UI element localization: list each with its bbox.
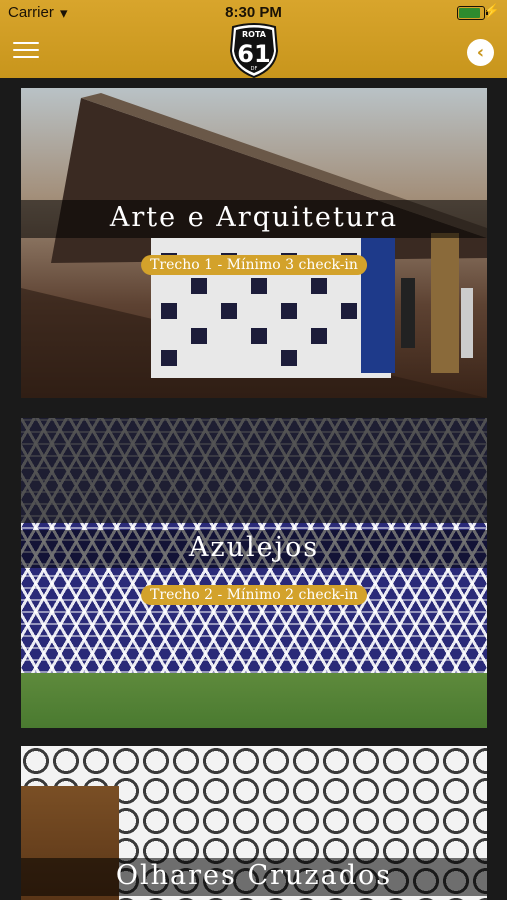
logo-rota-text: ROTA bbox=[242, 30, 267, 39]
card-title: Olhares Cruzados bbox=[115, 860, 393, 891]
card-title: Azulejos bbox=[188, 532, 320, 563]
logo-number-text: 61 bbox=[237, 40, 270, 68]
logo-df-text: DF bbox=[251, 66, 258, 72]
card-subtitle-badge: Trecho 1 - Mínimo 3 check-in bbox=[141, 255, 367, 275]
card-image-tiles-shade bbox=[21, 418, 487, 523]
charging-icon: ⚡ bbox=[483, 3, 500, 18]
route-card-arte-arquitetura[interactable]: Arte e Arquitetura Trecho 1 - Mínimo 3 c… bbox=[21, 88, 487, 398]
card-subtitle-badge: Trecho 2 - Mínimo 2 check-in bbox=[141, 585, 367, 605]
card-title: Arte e Arquitetura bbox=[109, 202, 399, 233]
rota-61-logo: ROTA 61 DF bbox=[227, 21, 281, 79]
app-header: Carrier ▾ 8:30 PM ⚡ ROTA 61 DF ‹ bbox=[0, 0, 507, 79]
clock: 8:30 PM bbox=[225, 4, 282, 21]
back-button[interactable]: ‹ bbox=[467, 39, 494, 66]
card-image-architecture bbox=[21, 93, 487, 398]
route-card-azulejos[interactable]: Azulejos Trecho 2 - Mínimo 2 check-in bbox=[21, 418, 487, 728]
card-image-grass bbox=[21, 673, 487, 728]
battery-icon bbox=[457, 6, 488, 20]
hamburger-menu-icon[interactable] bbox=[13, 42, 39, 62]
route-card-olhares-cruzados[interactable]: Olhares Cruzados bbox=[21, 746, 487, 900]
